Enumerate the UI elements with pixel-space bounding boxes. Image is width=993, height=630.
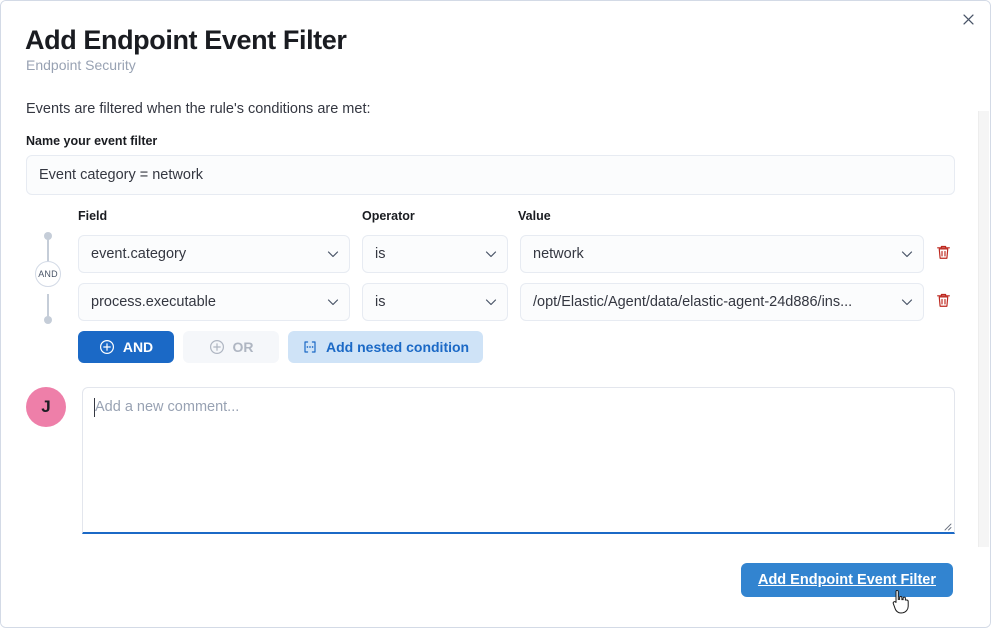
page-title: Add Endpoint Event Filter [25,23,347,57]
add-or-condition-button[interactable]: OR [183,331,279,363]
field-select-1-value: process.executable [91,294,319,310]
field-select-0[interactable]: event.category [78,235,350,273]
event-filter-name-input[interactable] [26,155,955,195]
resize-handle-icon[interactable] [942,518,952,528]
nested-brackets-icon [302,339,318,355]
add-and-condition-button[interactable]: AND [78,331,174,363]
text-caret [94,398,95,417]
intro-text: Events are filtered when the rule's cond… [26,99,371,119]
operator-select-1-value: is [375,294,477,310]
delete-condition-button-0[interactable] [931,242,955,266]
submit-add-endpoint-event-filter-button[interactable]: Add Endpoint Event Filter [741,563,953,597]
add-and-condition-label: AND [123,339,153,355]
chevron-down-icon [899,246,915,262]
field-select-0-value: event.category [91,246,319,262]
add-or-condition-label: OR [233,339,254,355]
chevron-down-icon [483,246,499,262]
column-header-field: Field [78,208,107,224]
comment-section: J Add a new comment... [1,387,990,547]
plus-in-circle-icon [209,339,225,355]
operator-select-0[interactable]: is [362,235,508,273]
value-select-1[interactable]: /opt/Elastic/Agent/data/elastic-agent-24… [520,283,924,321]
close-button[interactable] [954,7,982,35]
condition-builder: Field Operator Value AND event.category [1,207,990,377]
chevron-down-icon [899,294,915,310]
delete-condition-button-1[interactable] [931,290,955,314]
dialog-header: Add Endpoint Event Filter Endpoint Secur… [1,1,990,89]
field-select-1[interactable]: process.executable [78,283,350,321]
avatar: J [26,387,66,427]
plus-in-circle-icon [99,339,115,355]
add-endpoint-event-filter-dialog: Add Endpoint Event Filter Endpoint Secur… [0,0,991,628]
close-icon [962,13,975,29]
dialog-subtitle: Endpoint Security [26,56,136,74]
add-nested-condition-button[interactable]: Add nested condition [288,331,483,363]
trash-icon [935,292,952,312]
dialog-footer: Cancel Add Endpoint Event Filter [1,547,990,627]
add-nested-condition-label: Add nested condition [326,339,469,355]
chevron-down-icon [325,246,341,262]
value-select-0[interactable]: network [520,235,924,273]
comment-input[interactable]: Add a new comment... [82,387,955,534]
column-headers: Field Operator Value [1,207,990,225]
chevron-down-icon [325,294,341,310]
condition-row: process.executable is [1,283,990,321]
column-header-operator: Operator [362,208,415,224]
operator-select-1[interactable]: is [362,283,508,321]
value-select-1-value: /opt/Elastic/Agent/data/elastic-agent-24… [533,294,893,310]
chevron-down-icon [483,294,499,310]
builder-actions: AND OR [78,331,483,363]
name-field-label: Name your event filter [26,133,157,149]
condition-row: event.category is [1,235,990,273]
column-header-value: Value [518,208,551,224]
trash-icon [935,244,952,264]
dialog-body: Events are filtered when the rule's cond… [1,89,990,547]
operator-select-0-value: is [375,246,477,262]
value-select-0-value: network [533,246,893,262]
comment-placeholder: Add a new comment... [95,399,239,415]
